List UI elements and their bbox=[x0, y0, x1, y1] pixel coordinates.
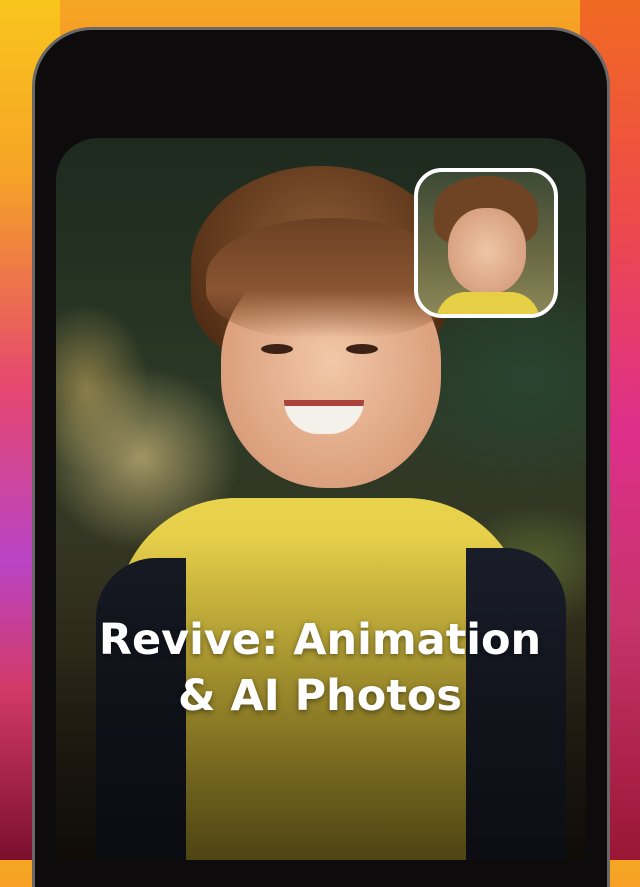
original-photo-thumbnail bbox=[414, 168, 558, 318]
app-title: Revive: Animation & AI Photos bbox=[60, 612, 580, 724]
app-title-line-1: Revive: Animation bbox=[98, 615, 542, 665]
app-title-line-2: & AI Photos bbox=[177, 671, 463, 721]
thumbnail-shirt bbox=[436, 292, 540, 314]
thumbnail-face bbox=[448, 208, 526, 294]
